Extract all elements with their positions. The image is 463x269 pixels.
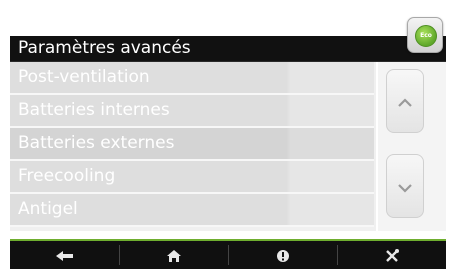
- settings-button[interactable]: [338, 241, 446, 269]
- settings-list: Post-ventilation Batteries internes Batt…: [10, 62, 376, 231]
- bottom-toolbar: [10, 239, 446, 269]
- settings-tools-icon: [384, 246, 400, 264]
- page-title: Paramètres avancés: [18, 38, 191, 58]
- list-item-label: Antigel: [18, 199, 78, 219]
- eco-leaf-icon: Eco: [415, 25, 437, 47]
- list-item-label: Post-ventilation: [18, 67, 150, 87]
- chevron-up-icon: [387, 70, 423, 132]
- info-icon: [276, 246, 290, 264]
- title-bar: Paramètres avancés: [10, 36, 446, 62]
- chevron-down-icon: [387, 155, 423, 217]
- list-item-batteries-externes[interactable]: Batteries externes: [10, 128, 374, 161]
- list-item-batteries-internes[interactable]: Batteries internes: [10, 95, 374, 128]
- back-arrow-icon: [55, 246, 75, 264]
- controller-screen: Paramètres avancés Eco Post-ventilation …: [0, 0, 463, 269]
- scroll-up-button[interactable]: [386, 69, 424, 133]
- scroll-controls: [378, 62, 446, 231]
- back-button[interactable]: [10, 241, 119, 269]
- list-item-freecooling[interactable]: Freecooling: [10, 161, 374, 194]
- list-item-label: Batteries externes: [18, 133, 175, 153]
- home-button[interactable]: [120, 241, 228, 269]
- list-item-post-ventilation[interactable]: Post-ventilation: [10, 62, 374, 95]
- scroll-down-button[interactable]: [386, 154, 424, 218]
- eco-mode-button[interactable]: Eco: [407, 17, 443, 53]
- list-item-label: Batteries internes: [18, 100, 170, 120]
- list-item-antigel[interactable]: Antigel: [10, 194, 374, 227]
- list-item-label: Freecooling: [18, 166, 116, 186]
- home-icon: [166, 246, 182, 264]
- info-button[interactable]: [229, 241, 337, 269]
